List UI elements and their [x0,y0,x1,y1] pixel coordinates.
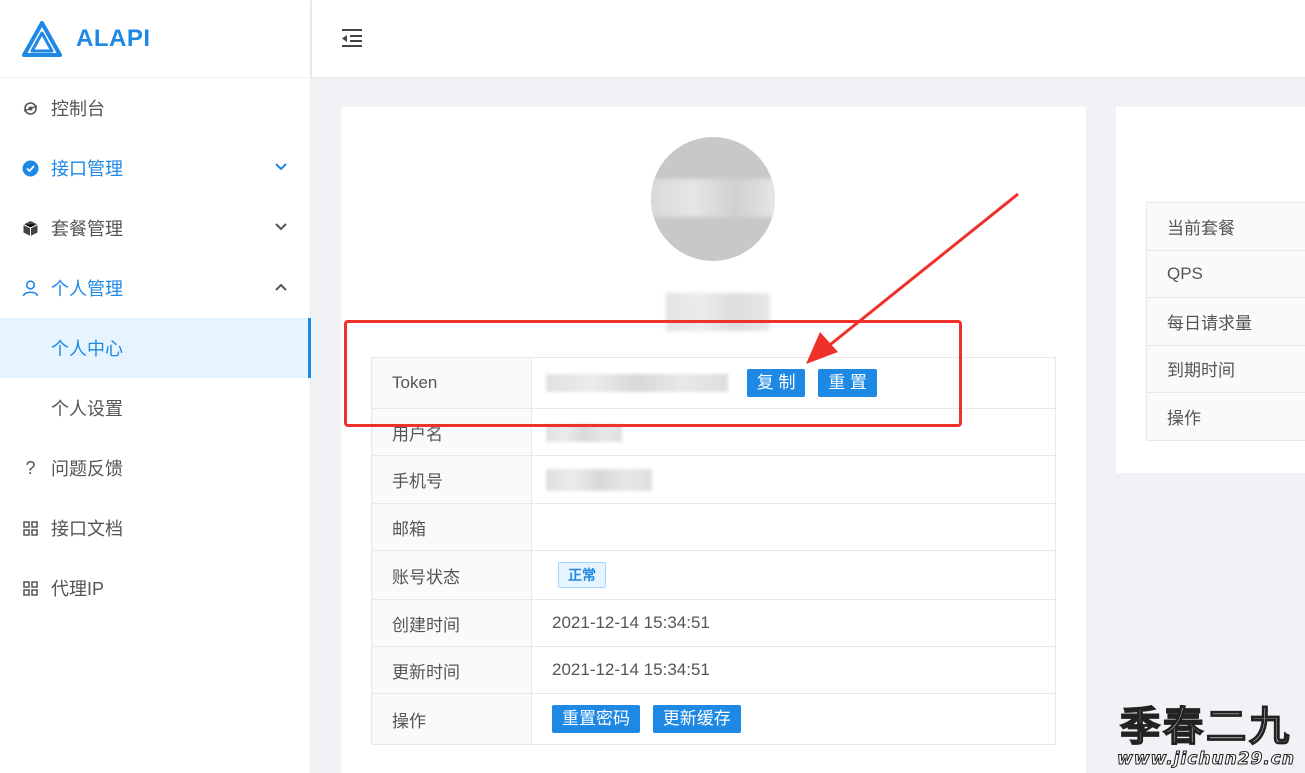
table-row-phone: 手机号 [371,455,1056,504]
menu-fold-icon[interactable] [340,27,364,49]
table-row: 当前套餐 [1146,202,1305,251]
plan-expiry-label: 到期时间 [1146,344,1305,393]
sidebar-item-api-management[interactable]: 接口管理 [0,138,310,198]
grid-icon [22,580,39,597]
grid-icon [22,520,39,537]
sidebar-menu: 控制台 接口管理 套餐管理 个人管理 个人中心 个人设置 ? 问题反馈 接口文档… [0,78,311,618]
sidebar-item-proxy-ip[interactable]: 代理IP [0,558,310,618]
watermark-title: 季春二九 [1119,704,1293,750]
sidebar-item-label: 接口管理 [51,159,123,179]
user-icon [22,279,39,297]
sidebar-item-package-management[interactable]: 套餐管理 [0,198,310,258]
plan-qps-label: QPS [1146,249,1305,298]
phone-label: 手机号 [371,455,532,504]
chevron-up-icon [275,283,287,291]
dashboard-icon [22,100,39,117]
cube-icon [22,220,39,237]
plan-daily-requests-label: 每日请求量 [1146,297,1305,346]
brand-name: ALAPI [76,24,151,52]
created-label: 创建时间 [371,599,532,647]
table-row-actions: 操作 重置密码 更新缓存 [371,693,1056,745]
logo[interactable]: ALAPI [0,0,310,78]
sidebar: ALAPI 控制台 接口管理 套餐管理 个人管理 个人中心 个人设置 ? 问题反… [0,0,311,773]
table-row: 操作 [1146,392,1305,441]
question-icon: ? [25,457,36,478]
sidebar-item-label: 个人中心 [51,339,123,359]
plan-actions-label: 操作 [1146,392,1305,441]
table-row-status: 账号状态 正常 [371,550,1056,600]
sidebar-item-label: 接口文档 [51,519,123,539]
plan-card: 当前套餐 QPS 每日请求量 到期时间 操作 [1116,107,1305,473]
status-label: 账号状态 [371,550,532,600]
alapi-logo-icon [22,20,62,57]
updated-value: 2021-12-14 15:34:51 [531,646,1056,694]
status-badge: 正常 [558,562,606,588]
table-row-email: 邮箱 [371,503,1056,551]
sidebar-item-label: 个人设置 [51,399,123,419]
refresh-cache-button[interactable]: 更新缓存 [652,705,741,733]
sidebar-item-personal-management[interactable]: 个人管理 [0,258,310,318]
sidebar-item-label: 代理IP [51,579,105,599]
table-row: QPS [1146,249,1305,298]
email-value [531,503,1056,551]
actions-label: 操作 [371,693,532,745]
table-row: 每日请求量 [1146,297,1305,346]
created-value: 2021-12-14 15:34:51 [531,599,1056,647]
sidebar-item-feedback[interactable]: ? 问题反馈 [0,438,310,498]
sidebar-item-label: 套餐管理 [51,219,123,239]
sidebar-item-personal-center[interactable]: 个人中心 [0,318,311,378]
table-row-created: 创建时间 2021-12-14 15:34:51 [371,599,1056,647]
phone-value-blurred [546,468,652,491]
reset-password-button[interactable]: 重置密码 [552,705,640,733]
check-circle-icon [22,160,39,177]
annotation-arrow-icon [806,192,1019,364]
chevron-down-icon [275,223,287,231]
plan-info-table: 当前套餐 QPS 每日请求量 到期时间 操作 [1146,202,1305,441]
top-header [312,0,1305,77]
sidebar-item-personal-settings[interactable]: 个人设置 [0,378,310,438]
watermark: 季春二九 www.jichun29.cn [1117,704,1295,770]
email-label: 邮箱 [371,503,532,551]
plan-current-label: 当前套餐 [1146,202,1305,251]
sidebar-item-dashboard[interactable]: 控制台 [0,78,310,138]
updated-label: 更新时间 [371,646,532,694]
sidebar-item-label: 个人管理 [51,279,123,299]
sidebar-item-label: 问题反馈 [51,459,123,479]
sidebar-item-label: 控制台 [51,99,105,119]
table-row-updated: 更新时间 2021-12-14 15:34:51 [371,646,1056,694]
table-row: 到期时间 [1146,344,1305,393]
chevron-down-icon [275,163,287,171]
watermark-url: www.jichun29.cn [1117,749,1295,770]
sidebar-item-api-docs[interactable]: 接口文档 [0,498,310,558]
avatar [651,137,775,261]
